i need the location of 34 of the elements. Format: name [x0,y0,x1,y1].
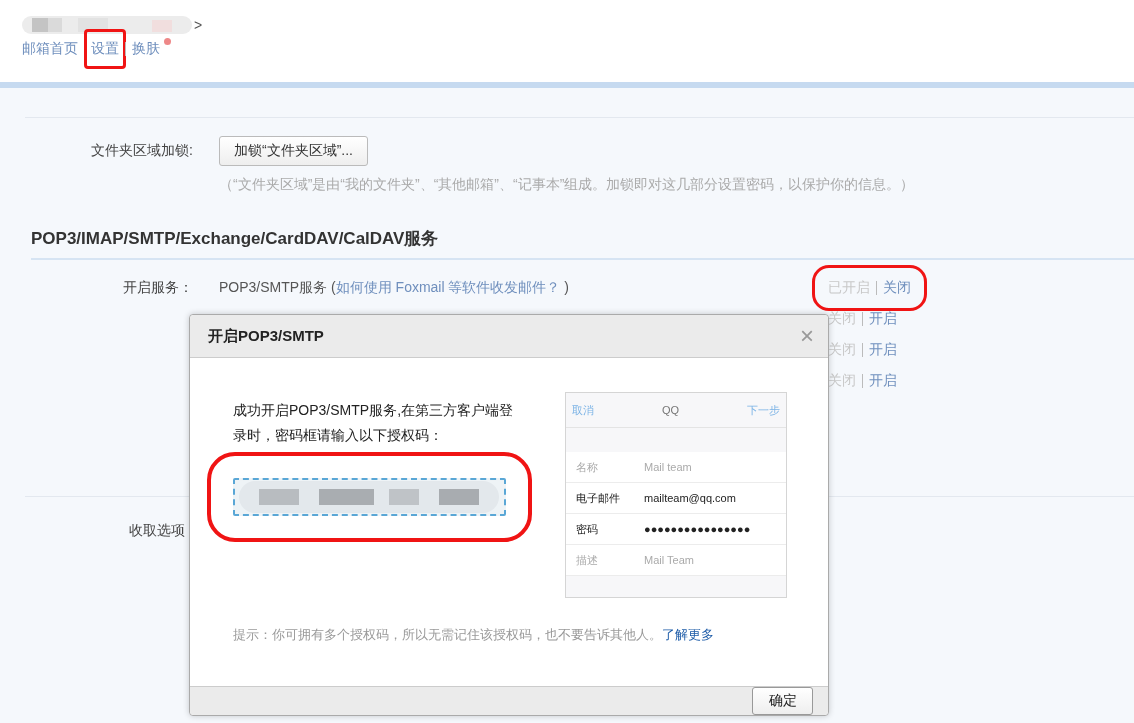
blurred-account-icon [22,14,192,36]
help-link[interactable]: 如何使用 Foxmail 等软件收发邮件？ [335,278,561,295]
service-name: POP3/SMTP服务 (如何使用 Foxmail 等软件收发邮件？ ) [219,278,570,295]
preview-title: QQ [661,404,680,417]
section-title: POP3/IMAP/SMTP/Exchange/CardDAV/CalDAV服务 [31,227,1134,260]
blurred-code-icon [239,481,499,514]
close-button[interactable]: × [800,324,814,349]
ok-button[interactable]: 确定 [752,687,813,715]
field-label: 开启服务： [123,278,193,295]
field-label: 文件夹区域加锁: [90,142,193,160]
preview-value: Mail Team [644,554,694,567]
auth-code-field[interactable] [233,478,506,517]
account-arrow: > [194,17,203,33]
message-text: 成功开启POP3/SMTP服务,在第三方客户端登录时，密码框请输入以下授权码： [233,401,515,446]
preview-value: Mail team [644,461,692,474]
toggle-link[interactable]: 开启 [869,371,897,390]
preview-label: 描述 [576,552,599,568]
preview-label: 密码 [576,521,599,537]
dialog-title: 开启POP3/SMTP [208,326,324,346]
nav-link[interactable]: 设置 [84,29,126,69]
preview-label: 名称 [576,459,599,475]
toggle-link[interactable]: 关闭 [883,278,911,297]
nav-link[interactable]: 换肤 [125,29,167,69]
preview-label: 电子邮件 [576,490,621,506]
preview-value: ●●●●●●●●●●●●●●●● [644,523,751,536]
learn-more-link[interactable]: 了解更多 [662,627,714,643]
nav-link[interactable]: 邮箱首页 [15,29,85,69]
tip-text: 提示：你可拥有多个授权码，所以无需记住该授权码，也不要告诉其他人。了解更多 [233,626,715,645]
toggle-link[interactable]: 开启 [869,340,897,359]
hint-text: （“文件夹区域”是由“我的文件夹”、“其他邮箱”、“记事本”组成。加锁即对这几部分设置密码，以保护你的信息。） [219,176,916,194]
lock-folder-button[interactable]: 加锁“文件夹区域”... [219,136,368,166]
preview-value: mailteam@qq.com [644,492,736,505]
toggle-link[interactable]: 开启 [869,309,897,328]
field-label: 收取选项 [128,522,185,540]
